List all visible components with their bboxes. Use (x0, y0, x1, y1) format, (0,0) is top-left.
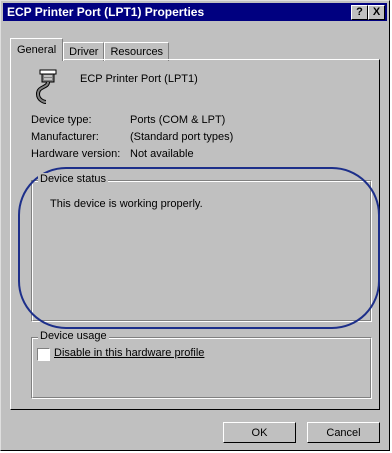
ok-button[interactable]: OK (223, 422, 296, 443)
window-title: ECP Printer Port (LPT1) Properties (7, 5, 205, 19)
device-status-text: This device is working properly. (50, 198, 203, 210)
tab-general[interactable]: General (10, 38, 64, 61)
device-type-label: Device type: (31, 114, 92, 126)
hardware-version-label: Hardware version: (31, 148, 121, 160)
disable-profile-label[interactable]: Disable in this hardware profile (54, 347, 204, 359)
manufacturer-label: Manufacturer: (31, 131, 99, 143)
device-name: ECP Printer Port (LPT1) (80, 73, 198, 85)
manufacturer-value: (Standard port types) (130, 131, 234, 143)
device-status-legend: Device status (38, 173, 109, 185)
device-type-value: Ports (COM & LPT) (130, 114, 226, 126)
tab-strip: General Driver Resources (10, 38, 170, 61)
title-bar-buttons: ? X (351, 5, 385, 20)
close-button[interactable]: X (368, 5, 385, 20)
title-bar[interactable]: ECP Printer Port (LPT1) Properties ? X (3, 3, 387, 21)
cancel-button[interactable]: Cancel (307, 422, 380, 443)
help-button[interactable]: ? (351, 5, 368, 20)
disable-profile-checkbox[interactable] (37, 348, 50, 361)
printer-port-icon (35, 69, 57, 104)
device-usage-legend: Device usage (38, 330, 109, 342)
hardware-version-value: Not available (130, 148, 194, 160)
